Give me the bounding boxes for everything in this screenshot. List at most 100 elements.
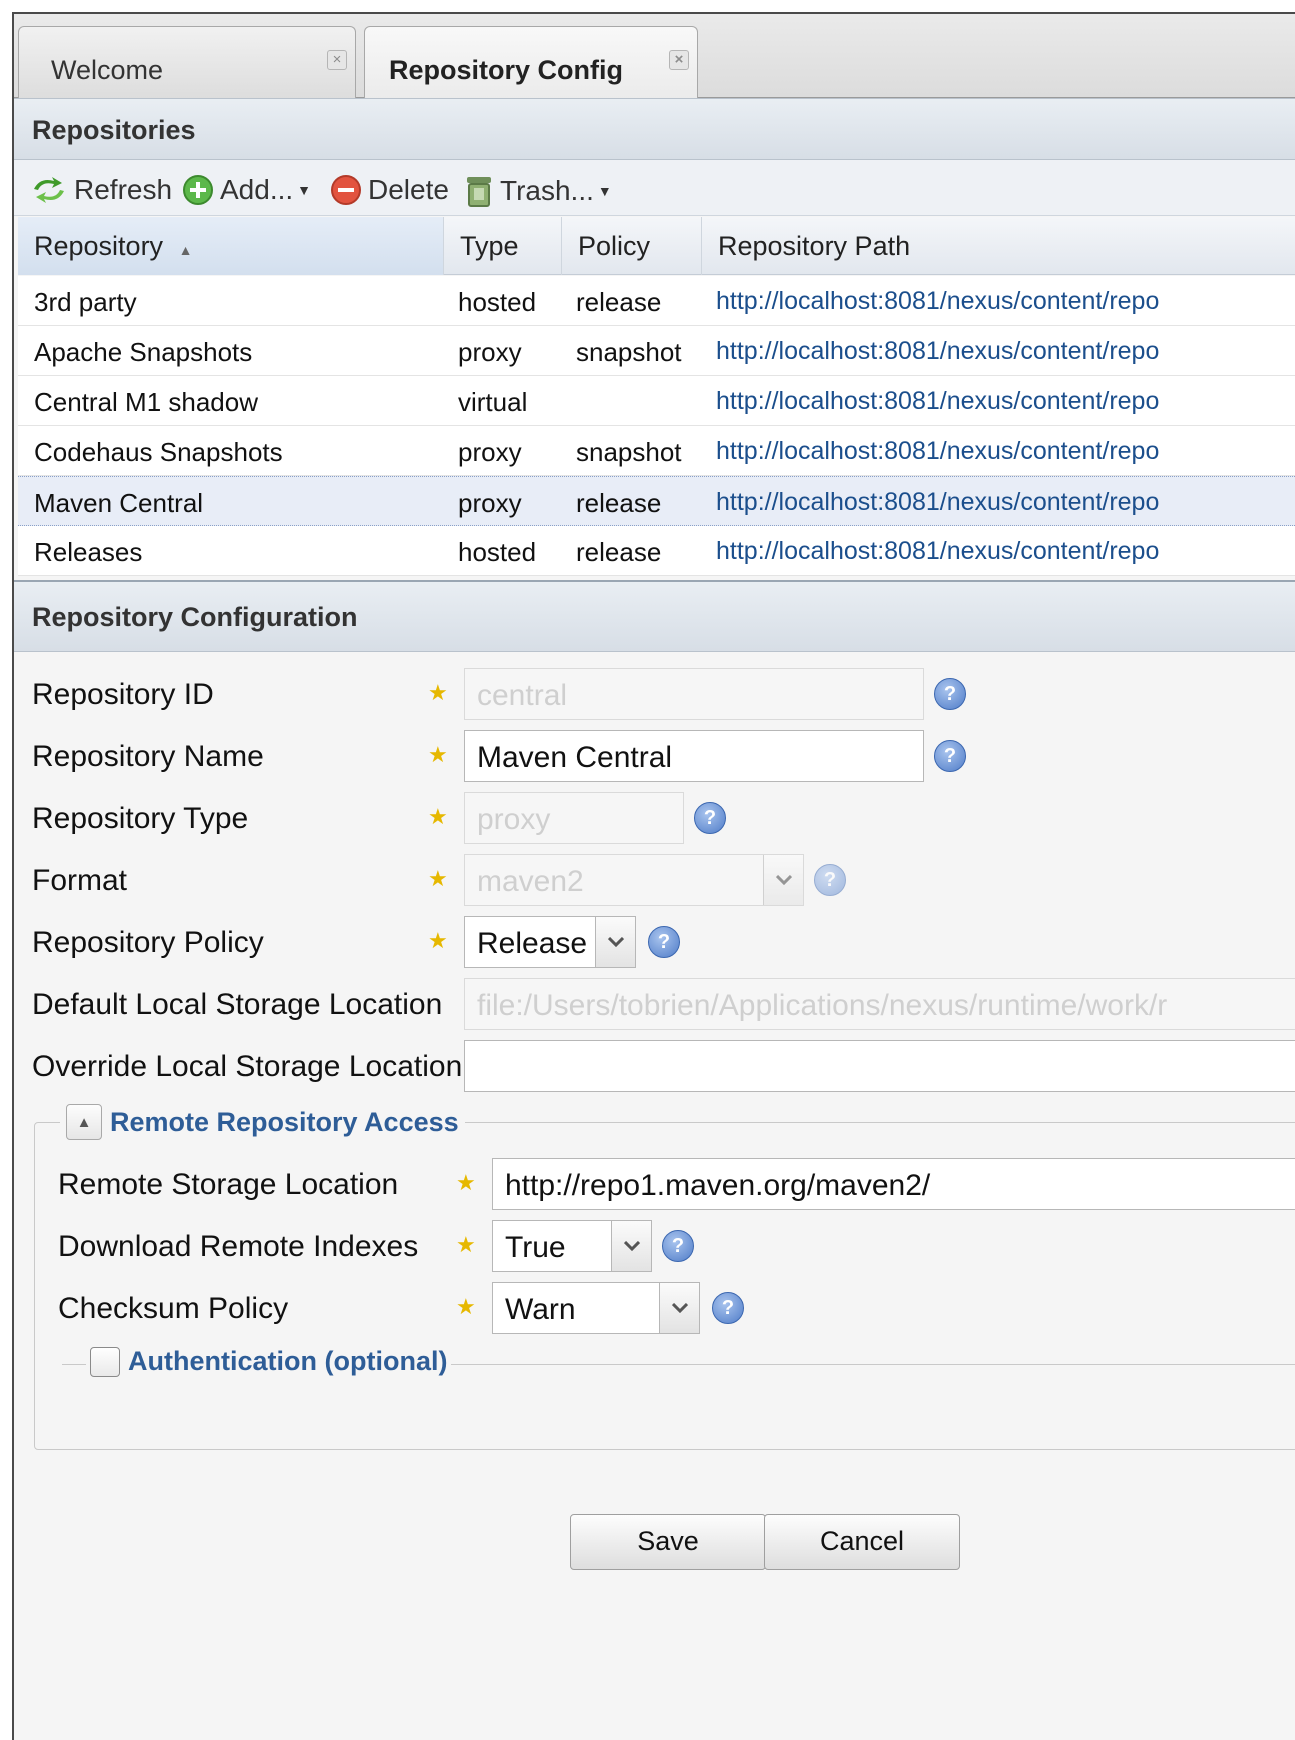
repository-config-form: Repository ID ★ central ? Repository Nam… xyxy=(14,652,1295,1740)
repo-name-cell: Codehaus Snapshots xyxy=(34,437,283,467)
help-icon[interactable]: ? xyxy=(934,740,966,772)
repo-policy-cell: release xyxy=(576,287,662,317)
repo-policy-cell: release xyxy=(576,537,662,567)
repo-name-cell: Apache Snapshots xyxy=(34,337,253,367)
repository-grid-header: Repository ▲ Type Policy Repository Path xyxy=(18,217,1295,275)
checksum-policy-select[interactable]: Warn xyxy=(492,1282,700,1334)
required-star-icon: ★ xyxy=(456,1294,476,1319)
close-icon[interactable]: × xyxy=(327,50,347,70)
download-indexes-label: Download Remote Indexes xyxy=(58,1230,419,1263)
format-select: maven2 xyxy=(464,854,804,906)
auth-title: Authentication (optional) xyxy=(128,1346,448,1376)
required-star-icon: ★ xyxy=(428,804,448,829)
repo-policy-select[interactable]: Release xyxy=(464,916,636,968)
repo-name-label: Repository Name xyxy=(32,740,264,773)
config-panel-header: Repository Configuration xyxy=(14,580,1295,652)
delete-icon xyxy=(330,174,362,206)
repository-grid-body: 3rd party hosted release http://localhos… xyxy=(18,276,1295,576)
repo-policy-cell: release xyxy=(576,488,662,518)
column-header-type-label: Type xyxy=(460,231,519,261)
format-value: maven2 xyxy=(477,865,584,898)
close-icon[interactable]: × xyxy=(669,50,689,70)
override-storage-label: Override Local Storage Location xyxy=(32,1050,463,1083)
column-header-type[interactable]: Type xyxy=(444,217,562,275)
column-header-policy[interactable]: Policy xyxy=(562,217,702,275)
download-indexes-value: True xyxy=(505,1231,566,1264)
tab-repository-config-label: Repository Config xyxy=(389,55,623,85)
required-star-icon: ★ xyxy=(456,1232,476,1257)
default-storage-label: Default Local Storage Location xyxy=(32,988,443,1021)
repo-type-label: Repository Type xyxy=(32,802,249,835)
repo-path-link[interactable]: http://localhost:8081/nexus/content/repo xyxy=(716,437,1159,466)
column-header-repository-path[interactable]: Repository Path xyxy=(702,217,1295,275)
repo-path-link[interactable]: http://localhost:8081/nexus/content/repo xyxy=(716,387,1159,416)
help-icon[interactable]: ? xyxy=(934,678,966,710)
repo-policy-cell: snapshot xyxy=(576,337,682,367)
repo-name-cell: Releases xyxy=(34,537,143,567)
tab-welcome[interactable]: Welcome × xyxy=(18,26,356,98)
table-row[interactable]: Codehaus Snapshots proxy snapshot http:/… xyxy=(18,426,1295,476)
auth-checkbox[interactable] xyxy=(90,1346,120,1377)
repo-type-cell: hosted xyxy=(458,287,537,317)
refresh-icon xyxy=(30,175,68,205)
repo-path-link[interactable]: http://localhost:8081/nexus/content/repo xyxy=(716,337,1159,366)
repositories-toolbar: Refresh Add... ▼ Delete Trash... ▼ xyxy=(14,160,1295,216)
trash-button[interactable]: Trash... ▼ xyxy=(464,174,612,208)
repo-path-link[interactable]: http://localhost:8081/nexus/content/repo xyxy=(716,488,1159,517)
column-header-path-label: Repository Path xyxy=(718,231,911,261)
override-storage-field[interactable] xyxy=(464,1040,1295,1092)
repo-type-cell: proxy xyxy=(458,488,522,518)
table-row-selected[interactable]: Maven Central proxy release http://local… xyxy=(18,476,1295,526)
config-panel-title: Repository Configuration xyxy=(32,602,358,632)
repo-type-cell: proxy xyxy=(458,437,522,467)
table-row[interactable]: Central M1 shadow virtual http://localho… xyxy=(18,376,1295,426)
cancel-button[interactable]: Cancel xyxy=(764,1514,960,1570)
column-header-repository[interactable]: Repository ▲ xyxy=(18,217,444,275)
required-star-icon: ★ xyxy=(456,1170,476,1195)
tab-repository-config[interactable]: Repository Config × xyxy=(364,26,698,99)
save-button[interactable]: Save xyxy=(570,1514,766,1570)
repository-config-window: Welcome × Repository Config × Repositori… xyxy=(12,12,1295,1740)
refresh-button[interactable]: Refresh xyxy=(30,174,172,206)
repo-policy-value: Release xyxy=(477,927,588,960)
checksum-policy-value: Warn xyxy=(505,1293,576,1326)
required-star-icon: ★ xyxy=(428,866,448,891)
add-button[interactable]: Add... ▼ xyxy=(182,174,311,206)
repositories-panel-header: Repositories xyxy=(14,98,1295,160)
repo-policy-label: Repository Policy xyxy=(32,926,264,959)
remote-location-field[interactable]: http://repo1.maven.org/maven2/ xyxy=(492,1158,1295,1210)
table-row[interactable]: Apache Snapshots proxy snapshot http://l… xyxy=(18,326,1295,376)
repo-path-link[interactable]: http://localhost:8081/nexus/content/repo xyxy=(716,287,1159,316)
repo-name-cell: Central M1 shadow xyxy=(34,387,258,417)
delete-button[interactable]: Delete xyxy=(330,174,449,206)
chevron-down-icon[interactable] xyxy=(659,1283,699,1333)
repo-path-link[interactable]: http://localhost:8081/nexus/content/repo xyxy=(716,537,1159,566)
delete-label: Delete xyxy=(368,174,449,205)
required-star-icon: ★ xyxy=(428,742,448,767)
table-row[interactable]: 3rd party hosted release http://localhos… xyxy=(18,276,1295,326)
help-icon[interactable]: ? xyxy=(712,1292,744,1324)
auth-legend: Authentication (optional) xyxy=(86,1346,452,1377)
repo-type-cell: virtual xyxy=(458,387,528,417)
help-icon[interactable]: ? xyxy=(814,864,846,896)
sort-asc-icon: ▲ xyxy=(178,242,193,258)
format-label: Format xyxy=(32,864,128,897)
help-icon[interactable]: ? xyxy=(648,926,680,958)
help-icon[interactable]: ? xyxy=(694,802,726,834)
repo-id-field: central xyxy=(464,668,924,720)
collapse-icon[interactable]: ▲ xyxy=(66,1104,102,1140)
chevron-down-icon[interactable] xyxy=(595,917,635,967)
repo-name-field[interactable]: Maven Central xyxy=(464,730,924,782)
download-indexes-select[interactable]: True xyxy=(492,1220,652,1272)
repo-name-cell: 3rd party xyxy=(34,287,137,317)
remote-access-title: Remote Repository Access xyxy=(110,1106,459,1137)
help-icon[interactable]: ? xyxy=(662,1230,694,1262)
repo-policy-cell: snapshot xyxy=(576,437,682,467)
repo-type-field: proxy xyxy=(464,792,684,844)
repo-name-cell: Maven Central xyxy=(34,488,204,518)
repo-id-label: Repository ID xyxy=(32,678,214,711)
refresh-label: Refresh xyxy=(74,174,173,205)
repo-type-cell: proxy xyxy=(458,337,522,367)
chevron-down-icon[interactable] xyxy=(611,1221,651,1271)
table-row[interactable]: Releases hosted release http://localhost… xyxy=(18,526,1295,576)
